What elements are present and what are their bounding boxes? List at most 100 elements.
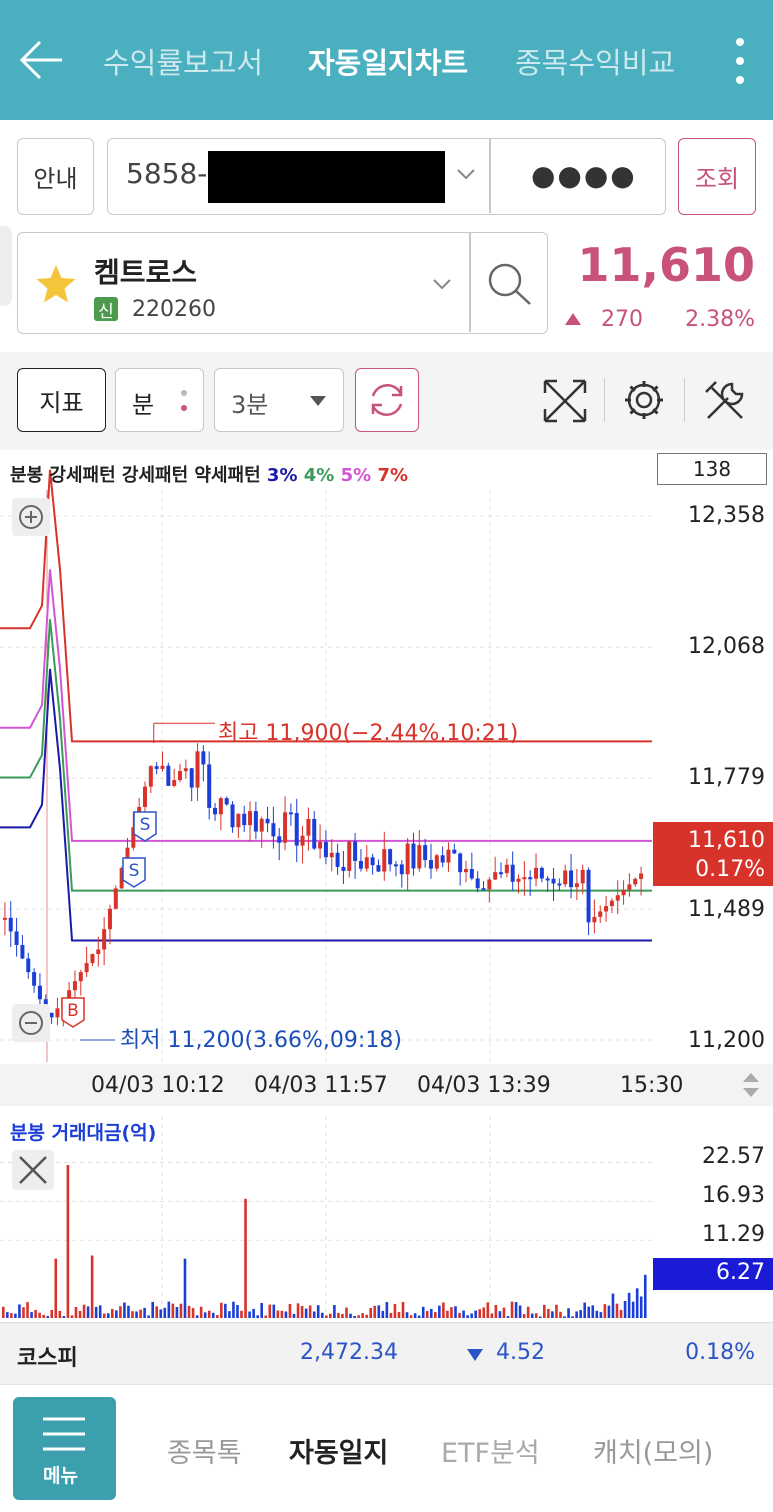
time-axis-label: 04/03 13:39	[417, 1073, 551, 1098]
zoom-out-icon[interactable]	[12, 1004, 50, 1042]
nav-item-stock-talk[interactable]: 종목톡	[167, 1431, 242, 1470]
volume-bar	[312, 1311, 316, 1318]
volume-bar	[615, 1303, 619, 1318]
candle-body	[516, 878, 521, 882]
search-icon[interactable]	[486, 261, 534, 307]
candle-body	[107, 908, 112, 930]
volume-bar	[284, 1311, 288, 1318]
tab-profit-report[interactable]: 수익률보고서	[103, 40, 263, 82]
gear-icon[interactable]	[622, 378, 666, 422]
candle-body	[423, 845, 428, 861]
price-axis-label: 11,200	[688, 1028, 765, 1053]
candle-body	[551, 878, 556, 884]
volume-bar	[587, 1306, 591, 1318]
volume-bar	[603, 1304, 607, 1318]
candle-count-box[interactable]: 138	[657, 453, 767, 485]
query-button[interactable]: 조회	[678, 138, 756, 215]
candle-body	[557, 883, 562, 886]
volume-bar	[361, 1313, 364, 1318]
candle-body	[621, 889, 626, 896]
candle-body	[283, 812, 288, 843]
close-icon[interactable]	[12, 1150, 54, 1190]
candle-body	[294, 813, 299, 846]
volume-bar	[18, 1304, 21, 1318]
price-axis-label: 12,358	[688, 503, 765, 528]
current-price-tag-pct: 0.17%	[695, 857, 765, 882]
volume-bar	[538, 1316, 542, 1318]
candle-body	[37, 985, 42, 1000]
more-vertical-icon[interactable]	[728, 36, 752, 86]
candle-body	[142, 786, 147, 807]
volume-bar	[381, 1310, 385, 1318]
scroll-updown-icon[interactable]	[740, 1070, 762, 1100]
index-pct: 0.18%	[685, 1340, 755, 1365]
volume-bar	[466, 1315, 469, 1318]
volume-bar	[353, 1315, 356, 1318]
candle-body	[201, 751, 206, 765]
volume-bar	[320, 1312, 324, 1318]
volume-bar	[58, 1310, 62, 1318]
volume-bar	[369, 1307, 373, 1318]
expand-icon[interactable]	[542, 378, 588, 424]
candle-body	[341, 866, 346, 871]
volume-current-tag: 6.27	[653, 1258, 773, 1290]
candle-body	[604, 906, 609, 912]
candle-body	[195, 751, 200, 788]
volume-bar	[111, 1308, 114, 1318]
volume-bar	[159, 1309, 163, 1318]
volume-bar	[10, 1313, 13, 1318]
volume-bar	[611, 1293, 615, 1318]
menu-button[interactable]: 메뉴	[13, 1397, 116, 1500]
candle-body	[627, 884, 632, 890]
zoom-in-icon[interactable]	[12, 498, 50, 536]
price-change-pct: 2.38%	[685, 307, 755, 332]
sell-marker-label: S	[140, 815, 151, 835]
legend-level-4: 4%	[303, 465, 335, 486]
volume-bar	[260, 1302, 263, 1318]
nav-item-etf-analysis[interactable]: ETF분석	[441, 1431, 540, 1470]
nav-item-catch[interactable]: 캐치(모의)	[593, 1431, 713, 1470]
indicator-button[interactable]: 지표	[17, 368, 106, 432]
volume-bar	[139, 1309, 142, 1318]
volume-bar	[82, 1304, 86, 1318]
interval-dropdown[interactable]: 3분	[214, 368, 344, 432]
tools-icon[interactable]	[702, 378, 748, 424]
volume-bar	[220, 1302, 223, 1318]
candle-body	[388, 849, 393, 865]
candle-body	[189, 768, 194, 788]
stock-selector[interactable]: 켐트로스 신 220260	[17, 232, 548, 334]
volume-bar	[98, 1305, 102, 1318]
period-selector[interactable]: 분	[115, 368, 204, 432]
index-bar[interactable]: 코스피 2,472.34 4.52 0.18%	[0, 1322, 773, 1384]
candle-body	[574, 883, 579, 888]
chart-legend: 분봉 강세패턴 강세패턴 약세패턴 3% 4% 5% 7%	[10, 461, 408, 487]
back-arrow-icon[interactable]	[18, 36, 66, 84]
volume-bar	[147, 1315, 150, 1318]
star-favorite-icon[interactable]	[34, 263, 78, 305]
chevron-down-icon	[457, 169, 475, 180]
guide-button[interactable]: 안내	[17, 138, 94, 215]
candle-body	[32, 972, 37, 986]
candle-body	[259, 818, 264, 832]
volume-bar	[623, 1301, 627, 1318]
side-drawer-handle[interactable]	[0, 226, 12, 306]
candle-body	[154, 766, 159, 769]
nav-item-auto-journal[interactable]: 자동일지	[289, 1431, 388, 1470]
volume-bar	[115, 1310, 118, 1318]
volume-bar	[244, 1198, 247, 1318]
tab-stock-profit-compare[interactable]: 종목수익비교	[515, 40, 675, 82]
account-selector[interactable]: 5858- ●●●●	[107, 138, 666, 215]
tab-auto-journal-chart[interactable]: 자동일지차트	[308, 40, 468, 82]
refresh-button[interactable]	[355, 368, 419, 432]
volume-bar	[292, 1313, 296, 1318]
legend-level-3: 3%	[266, 465, 298, 486]
candle-body	[84, 963, 89, 973]
volume-bar	[389, 1312, 393, 1318]
candle-body	[528, 877, 533, 880]
password-field[interactable]: ●●●●	[531, 159, 637, 192]
volume-bar	[123, 1302, 126, 1318]
volume-bar	[183, 1258, 187, 1318]
volume-bar	[627, 1292, 631, 1318]
volume-bar	[131, 1311, 134, 1318]
candle-body	[510, 864, 515, 882]
